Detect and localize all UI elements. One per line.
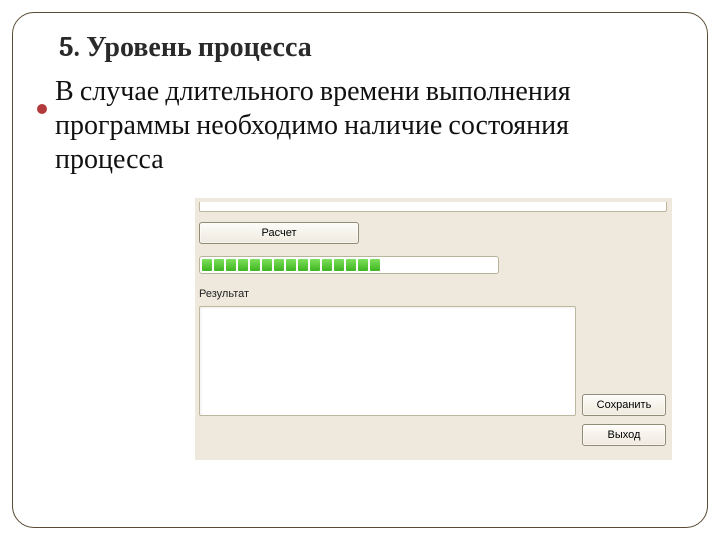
result-label: Результат [199, 288, 249, 300]
bullet-icon [37, 104, 47, 114]
progress-segment [286, 259, 296, 271]
slide-title: 5. Уровень процесса [59, 31, 683, 64]
progress-segment [346, 259, 356, 271]
save-button[interactable]: Сохранить [582, 394, 666, 416]
progress-segment [274, 259, 284, 271]
progress-segment [226, 259, 236, 271]
progress-segment [250, 259, 260, 271]
progress-segment [310, 259, 320, 271]
progress-segment [298, 259, 308, 271]
exit-button[interactable]: Выход [582, 424, 666, 446]
calculate-button[interactable]: Расчет [199, 222, 359, 244]
progress-segment [322, 259, 332, 271]
bullet-text: В случае длительного времени выполнения … [55, 74, 683, 176]
progress-segment [262, 259, 272, 271]
progress-segment [358, 259, 368, 271]
progress-segment [214, 259, 224, 271]
progress-bar [199, 256, 499, 274]
text-field-cut[interactable] [199, 202, 667, 212]
app-panel: Расчет Результат Сохранить Выход [195, 198, 672, 460]
bullet-item: В случае длительного времени выполнения … [37, 74, 683, 176]
result-textarea[interactable] [199, 306, 576, 416]
progress-segment [370, 259, 380, 271]
progress-segment [202, 259, 212, 271]
progress-segment [238, 259, 248, 271]
progress-segment [334, 259, 344, 271]
